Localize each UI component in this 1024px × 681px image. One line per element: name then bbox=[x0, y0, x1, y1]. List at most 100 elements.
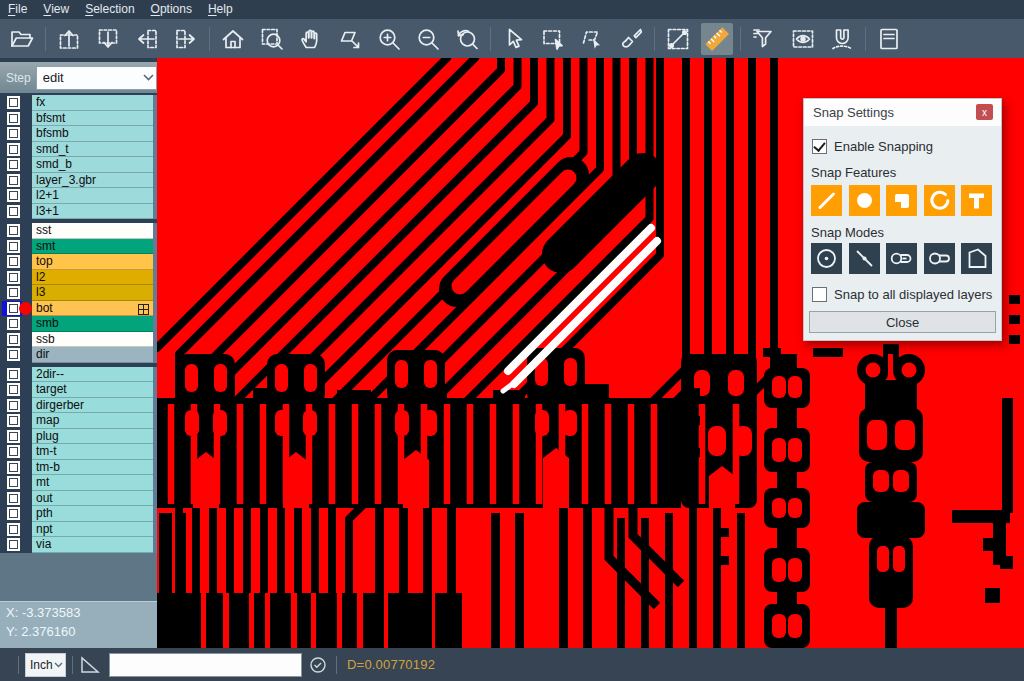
zoom-window-button[interactable] bbox=[256, 23, 288, 55]
layer-row-fx[interactable]: fx bbox=[0, 95, 157, 111]
layer-label[interactable]: bot bbox=[32, 301, 153, 317]
select-cursor-button[interactable] bbox=[498, 23, 530, 55]
layer-row-plug[interactable]: plug bbox=[0, 429, 157, 445]
select-polygon-button[interactable] bbox=[576, 23, 608, 55]
menu-item-file[interactable]: File bbox=[0, 0, 35, 19]
select-rectangle-button[interactable] bbox=[537, 23, 569, 55]
layer-checkbox[interactable] bbox=[9, 273, 18, 282]
layer-checkbox[interactable] bbox=[9, 160, 18, 169]
layer-checkbox[interactable] bbox=[9, 385, 18, 394]
snap-mode-slot-right-button[interactable] bbox=[924, 243, 955, 274]
layer-row-out[interactable]: out bbox=[0, 491, 157, 507]
layer-row-l2+1[interactable]: l2+1 bbox=[0, 188, 157, 204]
layer-label[interactable]: smb bbox=[32, 316, 153, 332]
layer-row-dir[interactable]: dir bbox=[0, 347, 157, 363]
layer-checkbox[interactable] bbox=[9, 447, 18, 456]
layer-row-layer_3.gbr[interactable]: layer_3.gbr bbox=[0, 173, 157, 189]
layer-checkbox[interactable] bbox=[9, 242, 18, 251]
layer-label[interactable]: map bbox=[32, 413, 153, 429]
layer-checkbox[interactable] bbox=[9, 432, 18, 441]
zoom-out-button[interactable] bbox=[412, 23, 444, 55]
snap-mode-line-mid-button[interactable] bbox=[849, 243, 880, 274]
layer-checkbox[interactable] bbox=[9, 129, 18, 138]
layer-checkbox[interactable] bbox=[9, 494, 18, 503]
layer-row-npt[interactable]: npt bbox=[0, 522, 157, 538]
layer-row-dirgerber[interactable]: dirgerber bbox=[0, 398, 157, 414]
dialog-close-icon[interactable]: x bbox=[976, 104, 993, 120]
layer-checkbox[interactable] bbox=[9, 335, 18, 344]
layer-checkbox[interactable] bbox=[9, 525, 18, 534]
layer-row-ssb[interactable]: ssb bbox=[0, 332, 157, 348]
layer-row-mt[interactable]: mt bbox=[0, 475, 157, 491]
angle-corner-icon[interactable] bbox=[80, 656, 100, 674]
layer-row-top[interactable]: top bbox=[0, 254, 157, 270]
layer-checkbox[interactable] bbox=[9, 98, 18, 107]
command-input[interactable] bbox=[109, 653, 302, 677]
layer-label[interactable]: ssb bbox=[32, 332, 153, 348]
layer-checkbox[interactable] bbox=[9, 401, 18, 410]
layer-row-smd_b[interactable]: smd_b bbox=[0, 157, 157, 173]
layer-checkbox[interactable] bbox=[9, 288, 18, 297]
layer-label[interactable]: bfsmb bbox=[32, 126, 153, 142]
layer-checkbox[interactable] bbox=[9, 509, 18, 518]
layer-label[interactable]: pth bbox=[32, 506, 153, 522]
unit-select[interactable]: Inch bbox=[25, 653, 66, 677]
layer-checkbox[interactable] bbox=[9, 416, 18, 425]
layer-label[interactable]: l3 bbox=[32, 285, 153, 301]
measure-ruler-button[interactable] bbox=[701, 23, 733, 55]
enable-snapping-checkbox[interactable] bbox=[812, 139, 827, 154]
dialog-close-button[interactable]: Close bbox=[809, 311, 996, 333]
report-form-button[interactable] bbox=[873, 23, 905, 55]
zoom-previous-button[interactable] bbox=[451, 23, 483, 55]
layer-label[interactable]: top bbox=[32, 254, 153, 270]
layer-checkbox[interactable] bbox=[9, 145, 18, 154]
layer-checkbox[interactable] bbox=[9, 540, 18, 549]
layer-row-tm-b[interactable]: tm-b bbox=[0, 460, 157, 476]
snap-feature-circle-button[interactable] bbox=[849, 185, 880, 216]
layer-label[interactable]: mt bbox=[32, 475, 153, 491]
snap-magnet-button[interactable] bbox=[826, 23, 858, 55]
layer-checkbox[interactable] bbox=[9, 257, 18, 266]
layer-row-via[interactable]: via bbox=[0, 537, 157, 553]
layer-label[interactable]: npt bbox=[32, 522, 153, 538]
paint-brush-button[interactable] bbox=[615, 23, 647, 55]
layer-label[interactable]: tm-b bbox=[32, 460, 153, 476]
layer-label[interactable]: out bbox=[32, 491, 153, 507]
show-eye-button[interactable] bbox=[787, 23, 819, 55]
layer-checkbox[interactable] bbox=[9, 226, 18, 235]
snap-feature-pad-button[interactable] bbox=[886, 185, 917, 216]
layer-label[interactable]: dir bbox=[32, 347, 153, 363]
layer-label[interactable]: smd_t bbox=[32, 142, 153, 158]
zoom-in-button[interactable] bbox=[373, 23, 405, 55]
pan-hand-button[interactable] bbox=[295, 23, 327, 55]
menu-item-help[interactable]: Help bbox=[200, 0, 241, 19]
layer-row-2dir--[interactable]: 2dir-- bbox=[0, 367, 157, 383]
import-top-button[interactable] bbox=[53, 23, 85, 55]
snap-mode-center-button[interactable] bbox=[811, 243, 842, 274]
layer-checkbox[interactable] bbox=[9, 350, 18, 359]
layer-row-smb[interactable]: smb bbox=[0, 316, 157, 332]
layer-row-pth[interactable]: pth bbox=[0, 506, 157, 522]
filter-funnel-button[interactable] bbox=[748, 23, 780, 55]
layer-checkbox[interactable] bbox=[9, 478, 18, 487]
snap-feature-arc-button[interactable] bbox=[924, 185, 955, 216]
layer-checkbox[interactable] bbox=[9, 319, 18, 328]
layer-row-smt[interactable]: smt bbox=[0, 239, 157, 255]
layer-checkbox[interactable] bbox=[9, 114, 18, 123]
import-right-button[interactable] bbox=[170, 23, 202, 55]
layer-label[interactable]: tm-t bbox=[32, 444, 153, 460]
layer-checkbox[interactable] bbox=[9, 191, 18, 200]
layer-label[interactable]: 2dir-- bbox=[32, 367, 153, 383]
layer-row-bfsmt[interactable]: bfsmt bbox=[0, 111, 157, 127]
snap-mode-polygon-button[interactable] bbox=[961, 243, 992, 274]
menu-item-view[interactable]: View bbox=[35, 0, 77, 19]
layer-label[interactable]: l3+1 bbox=[32, 204, 153, 220]
layer-row-bot[interactable]: bot bbox=[0, 301, 157, 317]
layer-label[interactable]: smt bbox=[32, 239, 153, 255]
step-select[interactable]: edit bbox=[36, 66, 157, 90]
layer-label[interactable]: bfsmt bbox=[32, 111, 153, 127]
snap-feature-line-button[interactable] bbox=[811, 185, 842, 216]
layer-label[interactable]: l2+1 bbox=[32, 188, 153, 204]
layer-checkbox[interactable] bbox=[9, 207, 18, 216]
layer-checkbox[interactable] bbox=[9, 304, 18, 313]
